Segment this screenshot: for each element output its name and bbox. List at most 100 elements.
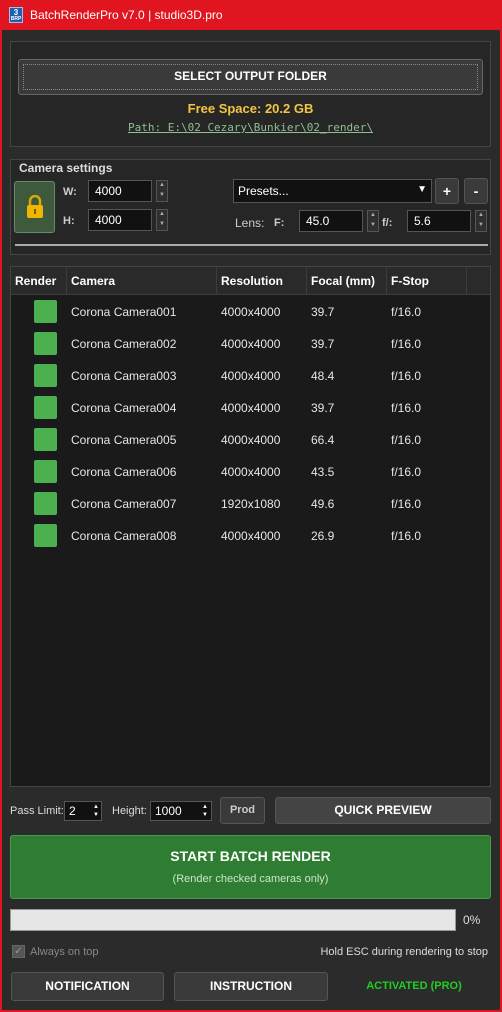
notification-button[interactable]: NOTIFICATION (11, 972, 164, 1001)
focal-value: 66.4 (311, 433, 335, 447)
lock-aspect-button[interactable] (14, 181, 55, 233)
spin-down-icon[interactable]: ▼ (476, 221, 486, 231)
spin-up-icon[interactable]: ▲ (157, 181, 167, 191)
fstop-value: f/16.0 (391, 337, 422, 351)
activated-status: ACTIVATED (PRO) (366, 980, 462, 992)
camera-name: Corona Camera005 (71, 433, 177, 447)
focal-value: 39.7 (311, 337, 335, 351)
table-row[interactable]: Corona Camera006 4000x4000 43.5 f/16.0 (11, 456, 488, 488)
fstop-value: f/16.0 (391, 401, 422, 415)
resolution-value: 4000x4000 (221, 433, 281, 447)
column-header-resolution[interactable]: Resolution (217, 267, 307, 295)
height-label: H: (63, 215, 75, 227)
spin-down-icon[interactable]: ▼ (368, 221, 378, 231)
camera-name: Corona Camera008 (71, 529, 177, 543)
prod-button[interactable]: Prod (220, 797, 265, 824)
render-checkbox[interactable] (34, 332, 57, 355)
column-header-fstop[interactable]: F-Stop (387, 267, 467, 295)
progress-bar (10, 909, 456, 931)
focal-spinner[interactable]: ▲ ▼ (367, 210, 379, 232)
always-on-top-checkbox[interactable]: ✓ (12, 945, 25, 958)
camera-name: Corona Camera003 (71, 369, 177, 383)
camera-settings-title: Camera settings (19, 161, 113, 175)
resolution-value: 4000x4000 (221, 337, 281, 351)
start-batch-render-label: START BATCH RENDER (170, 848, 331, 864)
width-spinner[interactable]: ▲ ▼ (156, 180, 168, 202)
resolution-value: 4000x4000 (221, 465, 281, 479)
table-row[interactable]: Corona Camera005 4000x4000 66.4 f/16.0 (11, 424, 488, 456)
focal-value: 39.7 (311, 305, 335, 319)
camera-settings-panel: Camera settings W: 4000 ▲ ▼ H: 4000 ▲ ▼ Pr… (10, 159, 491, 255)
camera-name: Corona Camera002 (71, 337, 177, 351)
focal-value: 43.5 (311, 465, 335, 479)
camera-table: Render Camera Resolution Focal (mm) F-St… (10, 266, 491, 787)
render-checkbox[interactable] (34, 460, 57, 483)
table-row[interactable]: Corona Camera004 4000x4000 39.7 f/16.0 (11, 392, 488, 424)
render-checkbox[interactable] (34, 524, 57, 547)
focal-value: 26.9 (311, 529, 335, 543)
render-checkbox[interactable] (34, 396, 57, 419)
width-input[interactable]: 4000 (88, 180, 152, 202)
window-title: BatchRenderPro v7.0 | studio3D.pro (30, 8, 223, 22)
fstop-value: f/16.0 (391, 433, 422, 447)
table-row[interactable]: Corona Camera003 4000x4000 48.4 f/16.0 (11, 360, 488, 392)
progress-text: 0% (463, 913, 481, 927)
spin-down-icon[interactable]: ▼ (157, 191, 167, 201)
spin-up-icon[interactable]: ▲ (201, 803, 209, 811)
fstop-spinner[interactable]: ▲ ▼ (475, 210, 487, 232)
focal-value: 49.6 (311, 497, 335, 511)
height-input[interactable]: 4000 (88, 209, 152, 231)
table-row[interactable]: Corona Camera001 4000x4000 39.7 f/16.0 (11, 296, 488, 328)
fstop-value: f/16.0 (391, 497, 422, 511)
instruction-button[interactable]: INSTRUCTION (174, 972, 328, 1001)
select-output-folder-button[interactable]: SELECT OUTPUT FOLDER (18, 59, 483, 95)
preview-height-spinner[interactable]: ▲ ▼ (201, 803, 209, 819)
table-row[interactable]: Corona Camera008 4000x4000 26.9 f/16.0 (11, 520, 488, 552)
camera-name: Corona Camera007 (71, 497, 177, 511)
table-row[interactable]: Corona Camera007 1920x1080 49.6 f/16.0 (11, 488, 488, 520)
width-label: W: (63, 186, 77, 198)
spin-up-icon[interactable]: ▲ (157, 210, 167, 220)
start-batch-render-button[interactable]: START BATCH RENDER (Render checked camer… (10, 835, 491, 899)
focal-input[interactable]: 45.0 (299, 210, 363, 232)
preview-height-label: Height: (112, 805, 147, 817)
quick-preview-button[interactable]: QUICK PREVIEW (275, 797, 491, 824)
output-path-link[interactable]: Path: E:\02 Cezary\Bunkier\02_render\ (11, 121, 490, 134)
add-preset-button[interactable]: + (435, 178, 459, 204)
resolution-value: 4000x4000 (221, 305, 281, 319)
fstop-value: f/16.0 (391, 465, 422, 479)
presets-select[interactable]: Presets... ▼ (233, 179, 432, 203)
column-header-render[interactable]: Render (11, 267, 67, 295)
render-checkbox[interactable] (34, 428, 57, 451)
render-checkbox[interactable] (34, 300, 57, 323)
render-checkbox[interactable] (34, 492, 57, 515)
fstop-value: f/16.0 (391, 529, 422, 543)
spin-down-icon[interactable]: ▼ (201, 811, 209, 819)
spin-up-icon[interactable]: ▲ (92, 803, 100, 811)
render-checkbox[interactable] (34, 364, 57, 387)
fstop-input[interactable]: 5.6 (407, 210, 471, 232)
remove-preset-button[interactable]: - (464, 178, 488, 204)
divider (15, 244, 488, 246)
spin-down-icon[interactable]: ▼ (92, 811, 100, 819)
resolution-value: 4000x4000 (221, 401, 281, 415)
column-header-focal[interactable]: Focal (mm) (307, 267, 387, 295)
column-header-camera[interactable]: Camera (67, 267, 217, 295)
lens-label: Lens: (235, 216, 265, 230)
resolution-value: 4000x4000 (221, 369, 281, 383)
spin-down-icon[interactable]: ▼ (157, 220, 167, 230)
always-on-top-label[interactable]: Always on top (30, 946, 98, 958)
spin-up-icon[interactable]: ▲ (368, 211, 378, 221)
height-spinner[interactable]: ▲ ▼ (156, 209, 168, 231)
table-header: Render Camera Resolution Focal (mm) F-St… (11, 267, 490, 295)
camera-name: Corona Camera001 (71, 305, 177, 319)
presets-value: Presets... (238, 184, 289, 198)
table-row[interactable]: Corona Camera002 4000x4000 39.7 f/16.0 (11, 328, 488, 360)
output-panel: SELECT OUTPUT FOLDER Free Space: 20.2 GB… (10, 41, 491, 147)
resolution-value: 1920x1080 (221, 497, 281, 511)
spin-up-icon[interactable]: ▲ (476, 211, 486, 221)
chevron-down-icon: ▼ (417, 184, 427, 195)
fstop-value: f/16.0 (391, 369, 422, 383)
pass-limit-spinner[interactable]: ▲ ▼ (92, 803, 100, 819)
focal-label: F: (274, 217, 285, 229)
